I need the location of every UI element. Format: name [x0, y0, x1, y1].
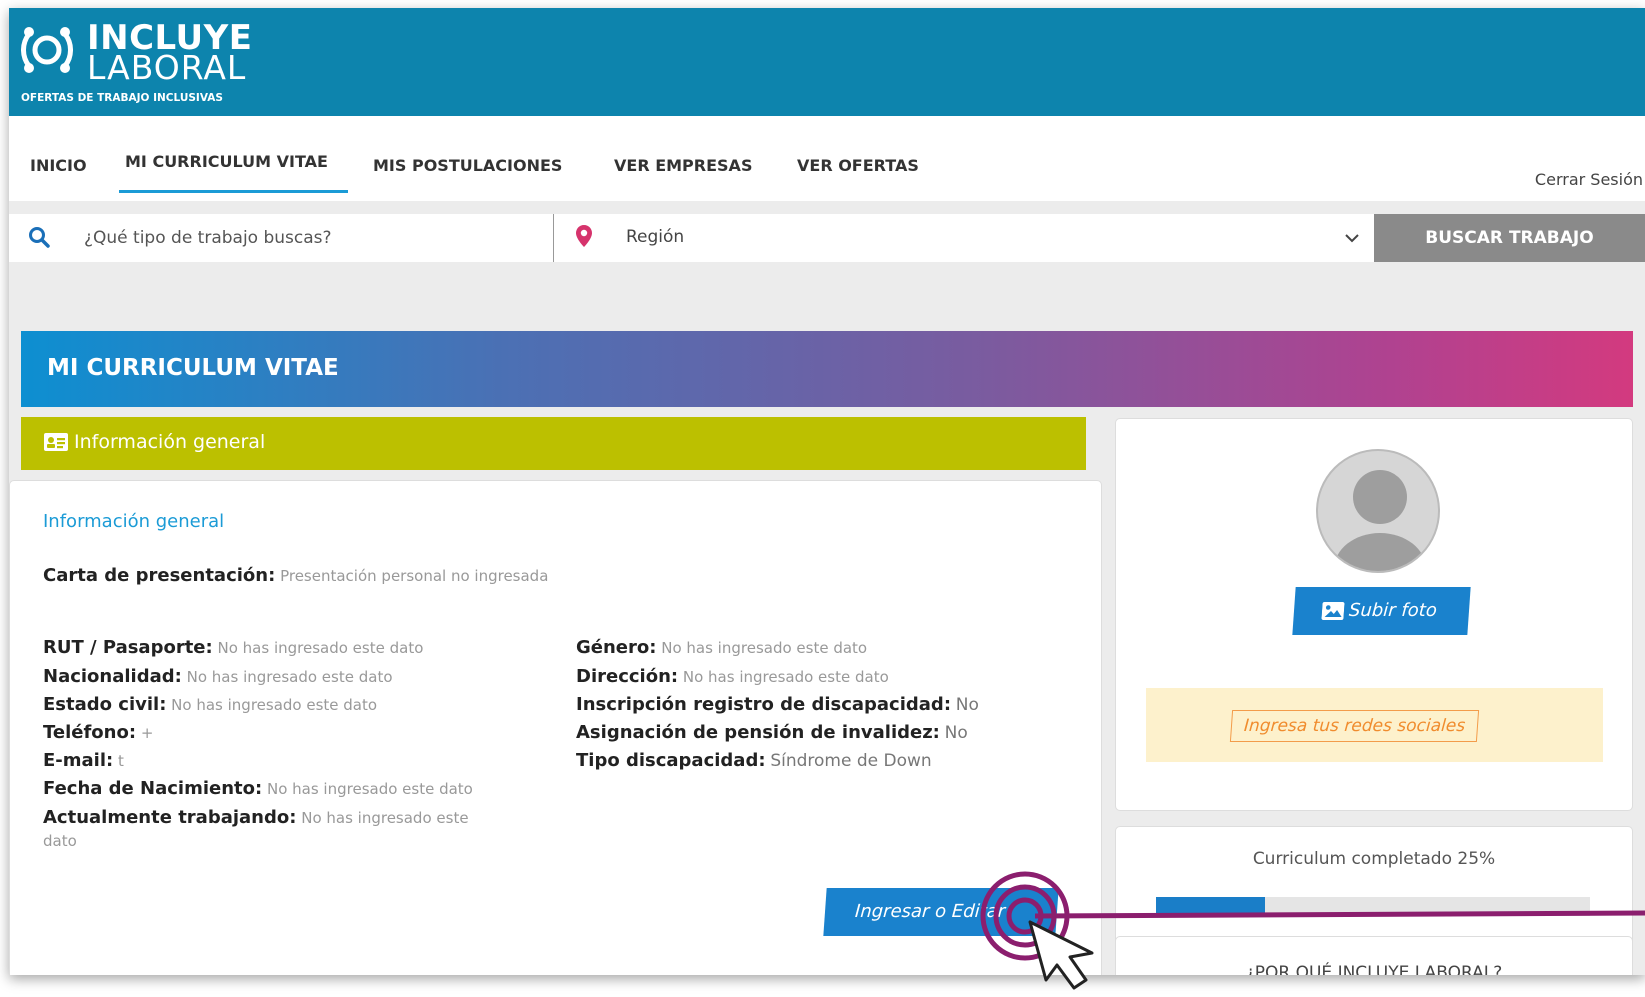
field-nacionalidad: Nacionalidad: No has ingresado este dato: [43, 666, 393, 687]
job-search-bar: Región BUSCAR TRABAJO: [9, 214, 1645, 262]
cover-letter-value: Presentación personal no ingresada: [280, 567, 549, 585]
browser-viewport: INCLUYE LABORAL OFERTAS DE TRABAJO INCLU…: [9, 8, 1645, 975]
card-heading: Información general: [43, 511, 225, 532]
id-card-icon: [44, 433, 68, 451]
field-telefono: Teléfono: +: [43, 722, 153, 743]
avatar: [1316, 449, 1440, 573]
logo-tagline: OFERTAS DE TRABAJO INCLUSIVAS: [21, 92, 223, 104]
nav-item-inicio[interactable]: INICIO: [30, 156, 87, 175]
active-tab-indicator: [119, 190, 348, 193]
logo-icon: [21, 27, 73, 73]
field-estado-civil: Estado civil: No has ingresado este dato: [43, 694, 377, 715]
field-fecha-nacimiento: Fecha de Nacimiento: No has ingresado es…: [43, 778, 473, 799]
cover-letter-label: Carta de presentación:: [43, 565, 276, 586]
field-label: Nacionalidad:: [43, 666, 182, 687]
site-header: INCLUYE LABORAL OFERTAS DE TRABAJO INCLU…: [9, 8, 1645, 116]
edit-info-button[interactable]: Ingresar o Editar: [823, 888, 1059, 936]
section-header-general-info[interactable]: Información general: [21, 417, 1086, 470]
logo-title-line2: LABORAL: [87, 48, 247, 87]
chevron-down-icon[interactable]: [1344, 232, 1360, 244]
field-value: No has ingresado este dato: [661, 639, 868, 657]
progress-label: Curriculum completado 25%: [1252, 849, 1496, 869]
field-actualmente-trabajando: Actualmente trabajando: No has ingresado…: [43, 807, 469, 828]
field-tipo-discapacidad: Tipo discapacidad: Síndrome de Down: [576, 750, 932, 771]
social-networks-box: Ingresa tus redes sociales: [1146, 688, 1603, 762]
section-label: Información general: [74, 431, 266, 453]
field-label: RUT / Pasaporte:: [43, 637, 213, 658]
field-value: +: [140, 724, 154, 742]
field-label: Actualmente trabajando:: [43, 807, 297, 828]
field-value: No: [944, 723, 968, 743]
progress-bar-fill: [1156, 897, 1265, 916]
main-nav: INICIO MI CURRICULUM VITAE MIS POSTULACI…: [9, 116, 1645, 201]
field-pension-invalidez: Asignación de pensión de invalidez: No: [576, 722, 968, 743]
job-search-input[interactable]: [84, 222, 544, 254]
avatar-icon: [1334, 470, 1426, 571]
field-value: No has ingresado este dato: [171, 696, 378, 714]
why-card: ¿POR QUÉ INCLUYE LABORAL?: [1115, 936, 1633, 975]
search-icon: [29, 227, 50, 248]
field-genero: Género: No has ingresado este dato: [576, 637, 867, 658]
field-value: No: [955, 695, 979, 715]
social-networks-link[interactable]: Ingresa tus redes sociales: [1229, 710, 1480, 742]
field-value: t: [118, 752, 124, 770]
field-label: Estado civil:: [43, 694, 167, 715]
field-value: No has ingresado este dato: [682, 668, 889, 686]
field-label: Tipo discapacidad:: [576, 750, 766, 771]
field-label: Género:: [576, 637, 657, 658]
search-divider: [553, 214, 554, 262]
cover-letter-row: Carta de presentación: Presentación pers…: [43, 565, 548, 586]
field-value: No has ingresado este: [301, 809, 469, 827]
logout-link[interactable]: Cerrar Sesión: [1535, 170, 1643, 189]
image-icon: [1321, 602, 1345, 620]
progress-bar: [1156, 897, 1590, 916]
page-title: MI CURRICULUM VITAE: [47, 355, 339, 381]
field-value: No has ingresado este dato: [217, 639, 424, 657]
nav-item-mi-curriculum[interactable]: MI CURRICULUM VITAE: [125, 152, 328, 171]
field-label: Asignación de pensión de invalidez:: [576, 722, 940, 743]
upload-photo-label: Subir foto: [1348, 600, 1438, 621]
nav-item-mis-postulaciones[interactable]: MIS POSTULACIONES: [373, 156, 562, 175]
field-email: E-mail: t: [43, 750, 124, 771]
nav-item-ver-ofertas[interactable]: VER OFERTAS: [797, 156, 919, 175]
search-job-button[interactable]: BUSCAR TRABAJO: [1374, 214, 1645, 262]
region-select[interactable]: Región: [626, 227, 684, 247]
page-title-banner: MI CURRICULUM VITAE: [21, 331, 1633, 407]
field-value: No has ingresado este dato: [186, 668, 393, 686]
field-label: Teléfono:: [43, 722, 137, 743]
field-registro-discapacidad: Inscripción registro de discapacidad: No: [576, 694, 979, 715]
why-heading: ¿POR QUÉ INCLUYE LABORAL?: [1245, 963, 1503, 975]
field-label: Fecha de Nacimiento:: [43, 778, 263, 799]
field-rut: RUT / Pasaporte: No has ingresado este d…: [43, 637, 423, 658]
field-label: E-mail:: [43, 750, 114, 771]
field-label: Dirección:: [576, 666, 679, 687]
field-value: Síndrome de Down: [770, 751, 932, 771]
field-label: Inscripción registro de discapacidad:: [576, 694, 952, 715]
profile-photo-card: Subir foto Ingresa tus redes sociales: [1115, 418, 1633, 811]
field-value-continuation: dato: [43, 832, 77, 850]
general-info-card: Información general Carta de presentació…: [9, 480, 1102, 975]
location-pin-icon: [576, 225, 592, 247]
field-direccion: Dirección: No has ingresado este dato: [576, 666, 889, 687]
upload-photo-button[interactable]: Subir foto: [1292, 587, 1471, 635]
field-value: No has ingresado este dato: [266, 780, 473, 798]
nav-item-ver-empresas[interactable]: VER EMPRESAS: [614, 156, 752, 175]
